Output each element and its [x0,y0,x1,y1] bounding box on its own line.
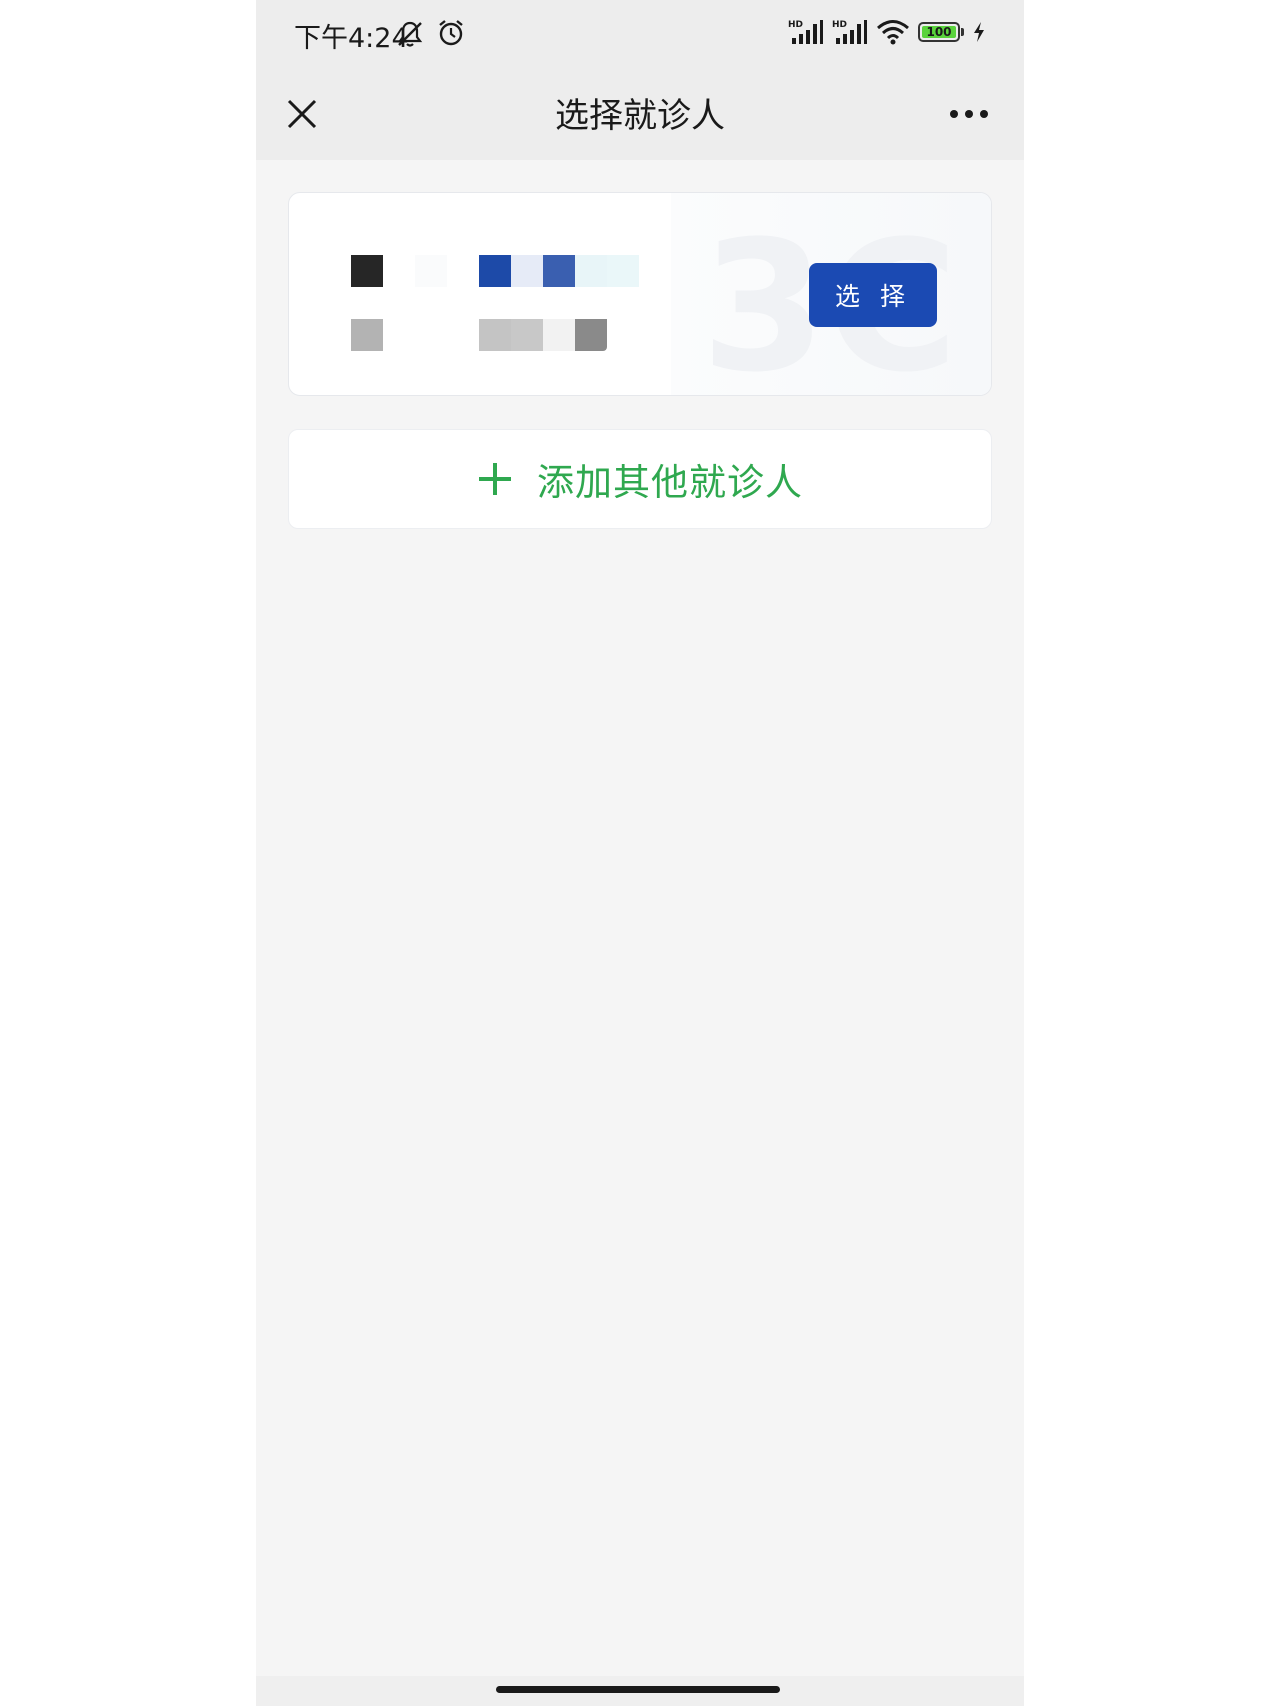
more-icon-dot [980,110,988,118]
svg-text:HD: HD [832,20,847,30]
battery-icon: 100 [918,22,964,42]
add-patient-button[interactable]: 添加其他就诊人 [288,429,992,529]
status-bar: 下午4:24 HD HD 100 [256,0,1024,68]
charging-icon [974,22,984,42]
nav-bar: 选择就诊人 [256,68,1024,160]
wifi-icon [877,20,909,45]
patient-id-redacted [351,319,607,351]
bottom-bar [256,1676,1024,1706]
home-indicator[interactable] [496,1686,780,1693]
more-button[interactable] [944,94,994,134]
battery-body: 100 [918,22,960,42]
mute-bell-icon [397,21,423,47]
hd-signal-icon: HD [832,20,867,44]
patient-card[interactable]: 3C 选 择 [288,192,992,396]
battery-level: 100 [922,25,956,39]
more-icon [950,110,958,118]
phone-screen: 下午4:24 HD HD 100 选择就诊人 选 择 添加其他就诊人 [256,0,1024,1706]
status-time: 下午4:24 [294,23,409,54]
more-icon-dot [965,110,973,118]
alarm-icon [439,20,463,46]
status-left-icons [394,18,466,50]
status-right-icons: HD HD 100 [788,18,986,46]
hd-signal-icon: HD [788,20,823,44]
patient-name-redacted [351,255,639,287]
select-button[interactable]: 选 择 [809,263,937,327]
plus-icon [479,463,511,495]
add-patient-label: 添加其他就诊人 [537,461,803,504]
battery-tip [961,28,964,36]
page-title: 选择就诊人 [555,96,725,136]
svg-text:HD: HD [788,20,803,30]
